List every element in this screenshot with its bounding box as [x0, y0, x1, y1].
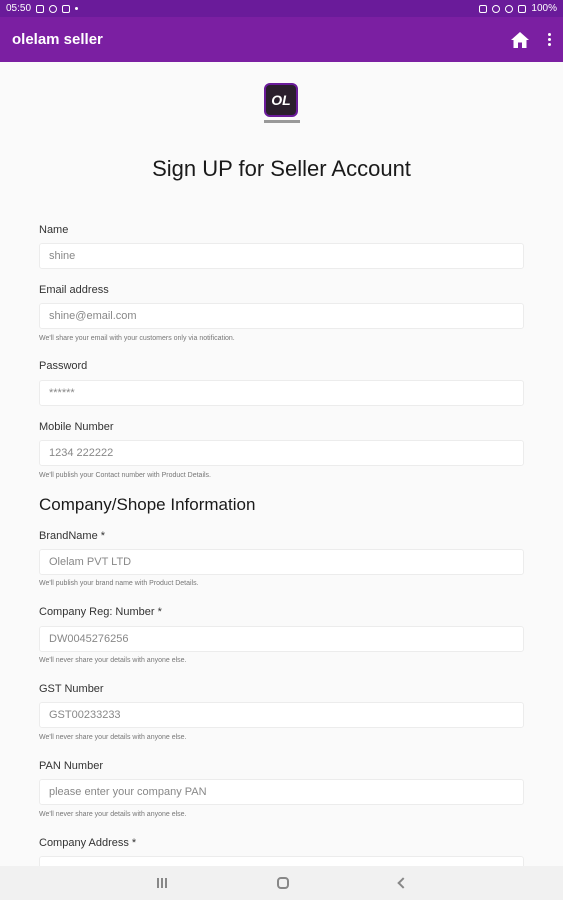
back-icon[interactable]: [396, 877, 409, 889]
gst-help-text: We'll never share your details with anyo…: [39, 734, 187, 741]
app-actions: [510, 31, 551, 49]
password-input[interactable]: ******: [39, 380, 524, 406]
email-help-text: We'll share your email with your custome…: [39, 335, 235, 342]
home-icon[interactable]: [510, 31, 530, 49]
more-options-icon[interactable]: [548, 33, 551, 46]
page-title: Sign UP for Seller Account: [152, 156, 411, 181]
logo-mark: OL: [264, 83, 298, 117]
logo-subtext: [264, 120, 300, 123]
status-time: 05:50: [6, 3, 32, 14]
mobile-label: Mobile Number: [39, 421, 114, 433]
mute-icon: [479, 4, 488, 13]
pan-label: PAN Number: [39, 760, 103, 772]
name-label: Name: [39, 224, 69, 236]
status-left: 05:50: [6, 3, 79, 14]
email-label: Email address: [39, 284, 109, 296]
wifi-icon: [505, 4, 514, 13]
brand-label: BrandName *: [39, 530, 106, 542]
nav-home-icon[interactable]: [276, 877, 289, 889]
system-nav-bar: [0, 866, 563, 900]
address-input[interactable]: [39, 856, 524, 866]
address-label: Company Address *: [39, 837, 137, 849]
app-title: olelam seller: [12, 31, 103, 48]
company-reg-input[interactable]: DW0045276256: [39, 626, 524, 652]
olelam-logo: OL: [264, 83, 300, 125]
battery-level: 100%: [531, 3, 557, 14]
status-right: 100%: [479, 3, 557, 14]
email-input[interactable]: shine@email.com: [39, 303, 524, 329]
pan-input[interactable]: please enter your company PAN: [39, 779, 524, 805]
recents-icon[interactable]: [156, 878, 167, 888]
app-bar: olelam seller: [0, 17, 563, 62]
mobile-help-text: We'll publish your Contact number with P…: [39, 472, 212, 479]
mobile-input[interactable]: 1234 222222: [39, 440, 524, 466]
brand-input[interactable]: Olelam PVT LTD: [39, 549, 524, 575]
company-reg-help-text: We'll never share your details with anyo…: [39, 657, 187, 664]
pan-help-text: We'll never share your details with anyo…: [39, 811, 187, 818]
location-icon: [492, 4, 501, 13]
status-bar: 05:50 100%: [0, 0, 563, 17]
gallery-icon: [36, 4, 45, 13]
teams-icon: [62, 4, 71, 13]
password-label: Password: [39, 360, 88, 372]
sync-icon: [49, 4, 58, 13]
signup-form: OL Sign UP for Seller Account Name shine…: [0, 62, 563, 866]
brand-help-text: We'll publish your brand name with Produ…: [39, 580, 199, 587]
signal-icon: [518, 4, 527, 13]
gst-label: GST Number: [39, 683, 104, 695]
notification-dot-icon: [75, 7, 79, 10]
company-section-title: Company/Shope Information: [39, 495, 256, 514]
gst-input[interactable]: GST00233233: [39, 702, 524, 728]
company-reg-label: Company Reg: Number *: [39, 606, 162, 618]
name-input[interactable]: shine: [39, 243, 524, 269]
